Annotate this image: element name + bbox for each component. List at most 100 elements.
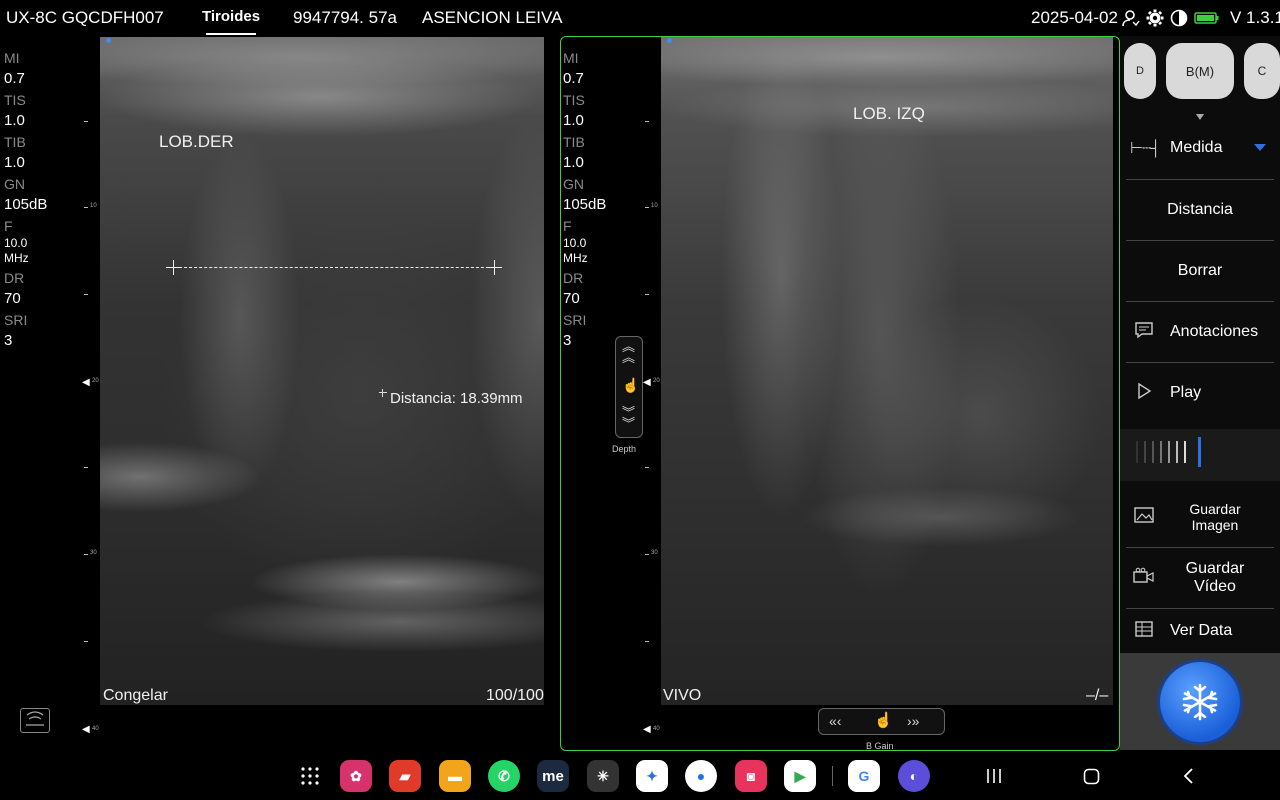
ruler-icon: ⊢┄┤ bbox=[1130, 140, 1161, 157]
ultrasound-image-right[interactable] bbox=[661, 37, 1113, 705]
param-value: 1.0 bbox=[4, 112, 25, 129]
menu-play[interactable]: Play bbox=[1120, 363, 1280, 423]
cine-slider-thumb[interactable] bbox=[1198, 437, 1201, 467]
home-icon[interactable] bbox=[1083, 768, 1100, 790]
param-label: GN bbox=[4, 176, 25, 192]
live-state-right: VIVO bbox=[663, 687, 702, 704]
scale-tick bbox=[645, 207, 649, 208]
gear-icon[interactable] bbox=[1146, 9, 1164, 27]
annotation-left[interactable]: LOB.DER bbox=[159, 132, 234, 152]
gain-control[interactable]: «‹ ☝ ›» bbox=[818, 708, 945, 735]
browser-app-icon[interactable]: ◐ bbox=[898, 760, 930, 792]
caliper-label-marker bbox=[379, 389, 387, 397]
param-label: SRI bbox=[4, 312, 28, 328]
notes-app-icon[interactable]: ▰ bbox=[389, 760, 421, 792]
gain-decrease-icon[interactable]: «‹ bbox=[829, 713, 841, 729]
measure-dropdown[interactable]: ⊢┄┤ Medida bbox=[1120, 118, 1280, 178]
scale-tick bbox=[84, 207, 88, 208]
drag-hand-icon[interactable]: ☝ bbox=[622, 377, 639, 394]
google-app-icon[interactable]: G bbox=[848, 760, 880, 792]
depth-up-icon[interactable]: ︽ ︽ bbox=[622, 340, 635, 364]
depth-down-icon[interactable]: ︾ ︾ bbox=[622, 406, 635, 430]
messages-app-icon[interactable]: ● bbox=[685, 760, 717, 792]
param-label: TIS bbox=[4, 92, 26, 108]
menu-label: Guardar Imagen bbox=[1189, 501, 1241, 533]
date: 2025-04-02 bbox=[1031, 8, 1118, 27]
app-drawer-icon[interactable] bbox=[300, 766, 320, 791]
param-label: TIS bbox=[563, 92, 585, 108]
scale-tick bbox=[645, 467, 649, 468]
dropdown-triangle-icon[interactable] bbox=[1254, 144, 1266, 151]
scale-tick bbox=[84, 294, 88, 295]
depth-control[interactable]: ︽ ︽ ☝ ︾ ︾ bbox=[615, 336, 643, 438]
focus-marker-icon[interactable]: ◀ bbox=[643, 377, 651, 388]
focus-marker-icon[interactable]: ◀ bbox=[82, 377, 90, 388]
play-store-icon[interactable]: ▶ bbox=[784, 760, 816, 792]
gain-increase-icon[interactable]: ›» bbox=[907, 713, 919, 729]
scale-tick bbox=[84, 641, 88, 642]
files-app-icon[interactable]: ▬ bbox=[439, 760, 471, 792]
scale-tick bbox=[645, 294, 649, 295]
menu-guardar-video[interactable]: Guardar Vídeo bbox=[1120, 548, 1280, 608]
tab-exam[interactable]: Tiroides bbox=[202, 8, 260, 35]
param-value: 105dB bbox=[4, 196, 48, 213]
patient-name: ASENCION LEIVA bbox=[422, 8, 563, 27]
menu-ver-data[interactable]: Ver Data bbox=[1120, 609, 1280, 653]
ai-app-icon[interactable]: ✳ bbox=[587, 760, 619, 792]
whatsapp-icon[interactable]: ✆ bbox=[488, 760, 520, 792]
param-label: F bbox=[4, 218, 13, 234]
param-value: 10.0 MHz bbox=[4, 236, 29, 265]
param-label: TIB bbox=[563, 134, 585, 150]
messenger-me-icon[interactable]: me bbox=[537, 760, 569, 792]
param-value: 70 bbox=[563, 290, 580, 307]
scale-label: 30 bbox=[90, 550, 97, 556]
annotation-right[interactable]: LOB. IZQ bbox=[853, 104, 925, 124]
scale-label: 10 bbox=[651, 203, 658, 209]
menu-distancia[interactable]: Distancia bbox=[1120, 180, 1280, 240]
caliper-end[interactable] bbox=[487, 260, 502, 275]
mode-button-c[interactable]: C bbox=[1244, 43, 1280, 99]
scale-label: 40 bbox=[92, 726, 99, 732]
version: V 1.3.1 bbox=[1230, 8, 1280, 27]
side-menu: D B(M) C ⊢┄┤ Medida Distancia Borrar Ano… bbox=[1120, 36, 1280, 750]
param-label: TIB bbox=[4, 134, 26, 150]
freeze-state-left: Congelar bbox=[103, 687, 168, 704]
scale-tick bbox=[645, 554, 649, 555]
scale-label: 10 bbox=[90, 203, 97, 209]
cine-slider[interactable] bbox=[1120, 429, 1280, 481]
param-label: SRI bbox=[563, 312, 587, 328]
android-dock: ✿ ▰ ▬ ✆ me ✳ ✦ ● ◙ ▶ G ◐ bbox=[0, 752, 1280, 800]
frame-counter-right: –/– bbox=[1086, 687, 1109, 704]
camera-app-icon[interactable]: ◙ bbox=[735, 760, 767, 792]
param-value: 0.7 bbox=[563, 70, 584, 87]
probe-icon[interactable] bbox=[20, 708, 50, 733]
menu-guardar-imagen[interactable]: Guardar Imagen bbox=[1120, 487, 1280, 547]
menu-anotaciones[interactable]: Anotaciones bbox=[1120, 302, 1280, 362]
comment-icon bbox=[1130, 321, 1158, 343]
scale-label: 40 bbox=[653, 726, 660, 732]
param-label: MI bbox=[4, 50, 20, 66]
recents-icon[interactable] bbox=[986, 768, 1002, 789]
menu-borrar[interactable]: Borrar bbox=[1120, 241, 1280, 301]
params-right: MI 0.7 TIS 1.0 TIB 1.0 GN 105dB F 10.0 M… bbox=[563, 48, 623, 352]
gemini-icon[interactable]: ✦ bbox=[636, 760, 668, 792]
probe-orientation-marker bbox=[106, 38, 111, 43]
scale-tick bbox=[84, 554, 88, 555]
top-status-bar: UX-8C GQCDFH007 Tiroides 9947794. 57a AS… bbox=[0, 0, 1280, 36]
caliper-start[interactable] bbox=[166, 260, 181, 275]
menu-label: Anotaciones bbox=[1170, 323, 1259, 340]
video-icon bbox=[1130, 567, 1158, 589]
user-icon[interactable] bbox=[1122, 9, 1140, 27]
mode-button-bm[interactable]: B(M) bbox=[1166, 43, 1234, 99]
contrast-icon[interactable] bbox=[1170, 9, 1188, 27]
flower-app-icon[interactable]: ✿ bbox=[340, 760, 372, 792]
freeze-button[interactable] bbox=[1160, 662, 1240, 742]
measurement-line[interactable] bbox=[174, 267, 494, 268]
focus-marker-icon: ◀ bbox=[82, 724, 90, 735]
scale-tick bbox=[84, 467, 88, 468]
drag-hand-icon[interactable]: ☝ bbox=[874, 711, 893, 729]
focus-marker-icon: ◀ bbox=[643, 724, 651, 735]
back-icon[interactable] bbox=[1182, 768, 1194, 789]
mode-button-d[interactable]: D bbox=[1124, 43, 1156, 99]
dock-divider bbox=[832, 766, 833, 786]
